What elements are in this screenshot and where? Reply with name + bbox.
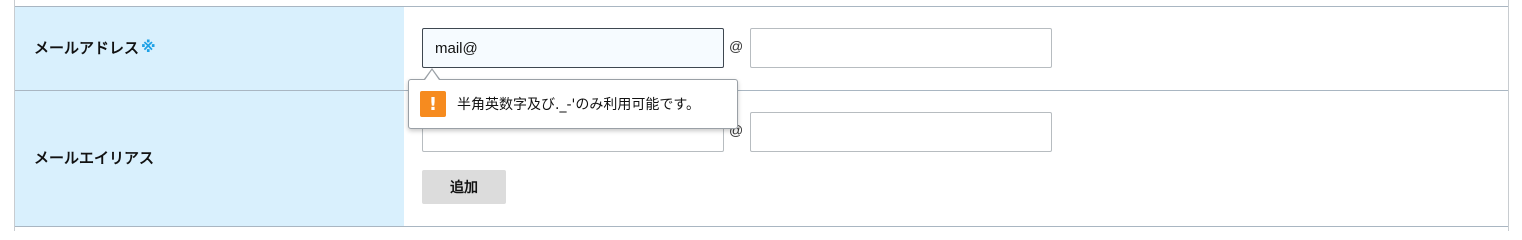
row-divider-bottom — [15, 226, 1508, 227]
email-label-text: メールアドレス — [34, 38, 140, 57]
validation-tooltip: ! 半角英数字及び._-'のみ利用可能です。 — [408, 79, 738, 129]
required-mark: ※ — [141, 38, 156, 56]
alias-label: メールエイリアス — [34, 147, 154, 167]
email-at-symbol: @ — [729, 38, 744, 54]
email-local-input[interactable]: mail@ — [422, 28, 724, 68]
warning-icon: ! — [420, 91, 446, 117]
tooltip-arrow-fill — [425, 70, 439, 80]
row-divider-top — [15, 6, 1508, 7]
add-alias-button[interactable]: 追加 — [422, 170, 506, 204]
validation-message: 半角英数字及び._-'のみ利用可能です。 — [457, 97, 700, 113]
alias-label-text: メールエイリアス — [34, 148, 155, 167]
email-label: メールアドレス ※ — [34, 37, 156, 57]
email-domain-input[interactable] — [750, 28, 1052, 68]
alias-domain-input[interactable] — [750, 112, 1052, 152]
table-right-border — [1508, 0, 1509, 231]
row-divider-middle — [15, 90, 1508, 91]
email-local-value: mail@ — [435, 39, 478, 57]
form-table: メールアドレス ※ mail@ @ メールエイリアス @ 追加 ! 半角英数字及… — [0, 0, 1522, 231]
